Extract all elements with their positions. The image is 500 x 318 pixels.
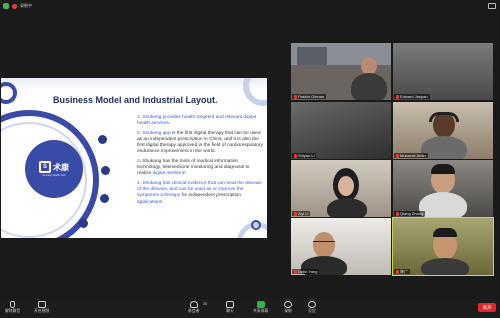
slide-point-3: 3. Shukang has the tools of medical info… (137, 159, 250, 177)
zoom-window: 录制中 Business Model and Industrial Layout… (0, 0, 500, 318)
participant-hair (433, 228, 457, 237)
logo-text: 术康 (53, 162, 69, 172)
shukang-mark-icon: S (39, 161, 51, 173)
participant-head (338, 176, 354, 196)
microphone-icon (10, 301, 16, 308)
room-background (291, 102, 391, 159)
slide-point-4: 4. Shukang has clinical evidence that ca… (137, 181, 262, 205)
record-icon (284, 301, 292, 308)
slide-bullet-list: 1. Shukang provides health-targeted and … (137, 115, 263, 209)
video-tile-7[interactable]: Linlin Yang (291, 218, 391, 275)
muted-mic-icon (294, 211, 297, 216)
video-tile-6[interactable]: Qiang Zhong (393, 160, 493, 217)
shukang-logo: S 术康 Shukang Health Tech (25, 140, 83, 198)
slide-point-1: 1. Shukang provides health-targeted and … (137, 115, 256, 127)
participant-name: Linlin Yang (292, 269, 320, 274)
recording-icon (12, 3, 17, 9)
share-screen-button[interactable]: 共享屏幕 (253, 301, 268, 314)
participant-hair (431, 164, 455, 174)
shared-screen-slide: Business Model and Industrial Layout. S … (1, 78, 267, 238)
slide-point-2: 2. Shukang app is the first digital ther… (137, 130, 263, 155)
participant-name: Mubarak Amin (394, 153, 428, 158)
video-tile-8-active-speaker[interactable]: 林广 (392, 217, 494, 276)
muted-mic-icon (396, 211, 399, 216)
security-shield-icon[interactable] (3, 3, 9, 9)
muted-mic-icon (396, 153, 399, 158)
video-tile-3[interactable]: Shiyao Li (291, 102, 391, 159)
participant-name: Qiang Zhong (394, 211, 426, 216)
participant-name: Ziyi Li (292, 211, 311, 216)
muted-mic-icon (294, 153, 297, 158)
participant-body (327, 198, 367, 217)
timeline-dot (100, 194, 109, 203)
top-bar: 录制中 (0, 0, 500, 12)
logo-subtitle: Shukang Health Tech (42, 174, 66, 177)
participant-name: Pakkin Ginnan (292, 94, 327, 99)
slide-title: Business Model and Industrial Layout. (53, 95, 218, 105)
window-background (297, 47, 327, 65)
slide-header-band (1, 78, 267, 90)
participant-name: Edward Jaspan (394, 94, 430, 99)
reactions-button[interactable]: 反应 (308, 301, 316, 314)
leave-button[interactable]: 离开 (478, 303, 496, 312)
room-background (393, 43, 493, 100)
participant-name: Shiyao Li (292, 153, 317, 158)
share-screen-icon (256, 301, 265, 308)
video-tile-5[interactable]: Ziyi Li (291, 160, 391, 217)
participant-body (421, 136, 467, 159)
timeline-dot (101, 166, 110, 175)
meeting-toolbar: 解除静音 开启视频 参会者 25 聊天 共享屏幕 录制 反应 离开 (0, 299, 500, 318)
record-button[interactable]: 录制 (284, 301, 292, 314)
slide-decoration (251, 220, 261, 230)
participant-body (421, 258, 469, 275)
participants-count: 25 (203, 302, 207, 306)
headphones (429, 112, 459, 122)
muted-mic-icon (396, 269, 399, 274)
participant-head (313, 232, 335, 258)
view-toggle-icon[interactable] (488, 3, 496, 9)
slide-decoration (243, 78, 267, 106)
muted-mic-icon (294, 269, 297, 274)
video-tile-4[interactable]: Mubarak Amin (393, 102, 493, 159)
mute-button[interactable]: 解除静音 (5, 301, 20, 314)
participants-icon (189, 301, 198, 308)
participant-name: 林广 (394, 269, 410, 274)
video-tile-1[interactable]: Pakkin Ginnan (291, 43, 391, 100)
participants-button[interactable]: 参会者 (188, 301, 199, 314)
video-button[interactable]: 开启视频 (34, 301, 49, 314)
recording-label: 录制中 (20, 3, 32, 8)
timeline-dot (79, 219, 88, 228)
participant-body (419, 192, 467, 217)
glasses (313, 241, 335, 245)
slide-decoration (1, 82, 17, 104)
participant-body (351, 73, 387, 100)
camera-icon (37, 301, 46, 308)
smiley-icon (308, 301, 316, 308)
chat-icon (226, 301, 234, 308)
muted-mic-icon (294, 94, 297, 99)
video-tile-2[interactable]: Edward Jaspan (393, 43, 493, 100)
muted-mic-icon (396, 94, 399, 99)
chat-button[interactable]: 聊天 (226, 301, 234, 314)
timeline-dot (98, 135, 107, 144)
